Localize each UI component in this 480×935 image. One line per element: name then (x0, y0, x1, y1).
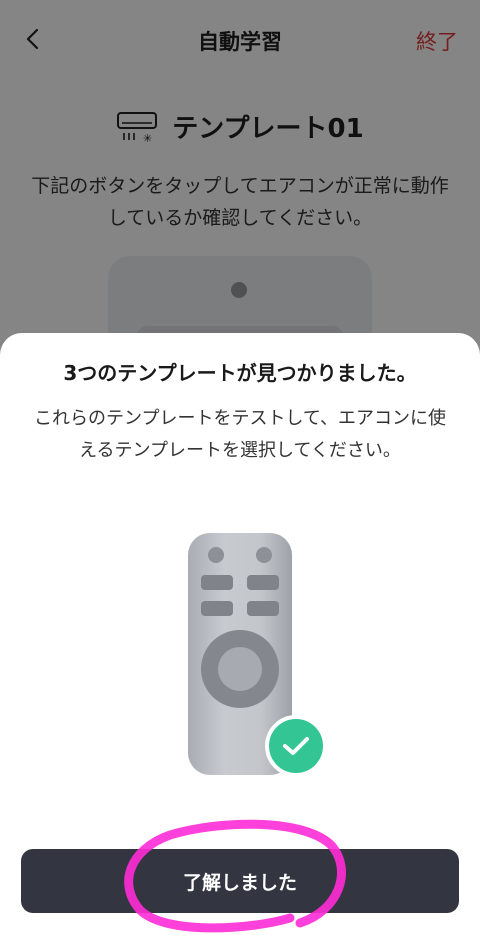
templates-found-sheet: 3つのテンプレートが見つかりました。 これらのテンプレートをテストして、エアコン… (0, 333, 480, 935)
remote-dot (208, 547, 224, 563)
confirm-button-label: 了解しました (182, 871, 297, 894)
remote-key (247, 575, 279, 590)
remote-key (247, 601, 279, 616)
remote-key (201, 601, 233, 616)
remote-dpad (201, 630, 279, 708)
check-badge (265, 715, 327, 777)
confirm-button[interactable]: 了解しました (21, 849, 459, 913)
sheet-description: これらのテンプレートをテストして、エアコンに使えるテンプレートを選択してください… (33, 408, 447, 461)
sheet-title: 3つのテンプレートが見つかりました。 (63, 361, 417, 385)
remote-dpad-center (218, 647, 262, 691)
check-icon (283, 737, 309, 755)
remote-key (201, 575, 233, 590)
remote-dot (256, 547, 272, 563)
